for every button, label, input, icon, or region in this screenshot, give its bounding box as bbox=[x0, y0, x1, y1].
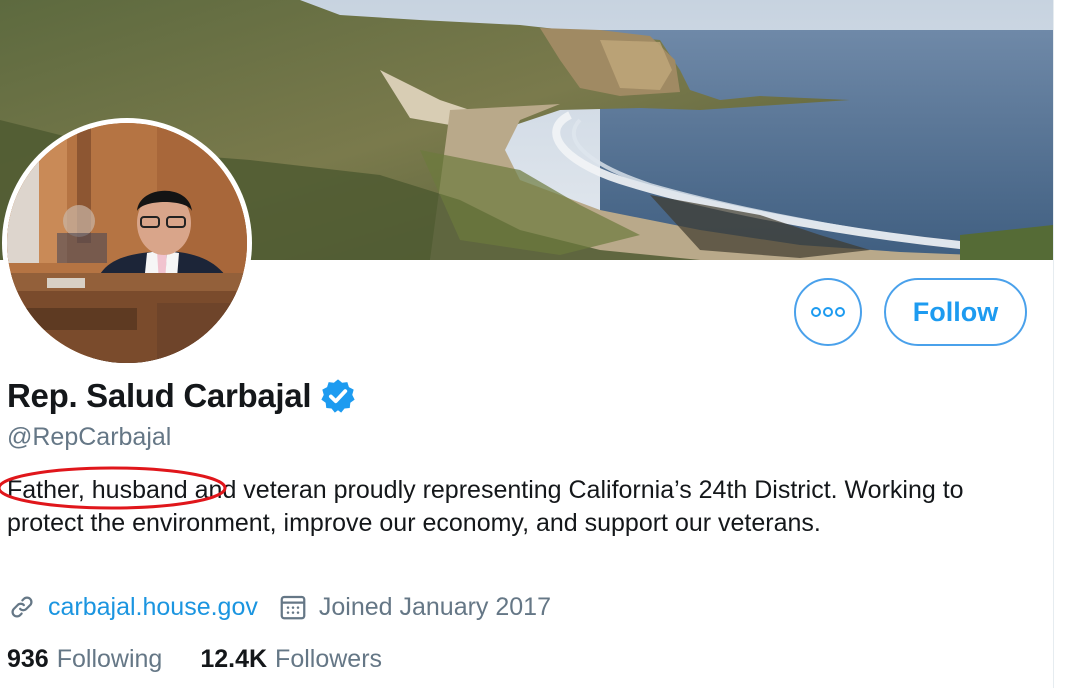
calendar-icon bbox=[280, 595, 306, 620]
link-icon bbox=[11, 596, 33, 618]
following-count: 936 bbox=[7, 645, 49, 673]
more-icon bbox=[811, 307, 845, 317]
profile-name-row: Rep. Salud Carbajal bbox=[7, 377, 357, 415]
bio-circled-text: Father, husband bbox=[7, 476, 188, 504]
more-options-button[interactable] bbox=[794, 278, 862, 346]
following-stat[interactable]: 936 Following bbox=[7, 645, 162, 674]
website-link[interactable]: carbajal.house.gov bbox=[48, 593, 258, 622]
profile-name: Rep. Salud Carbajal bbox=[7, 377, 312, 414]
profile-meta-row: carbajal.house.gov Joined January 2017 bbox=[7, 592, 551, 622]
profile-bio: Father, husband and veteran proudly repr… bbox=[7, 474, 1007, 540]
profile-handle: @RepCarbajal bbox=[7, 423, 172, 451]
profile-stats-row: 936 Following 12.4K Followers bbox=[7, 645, 382, 674]
page-edge bbox=[1053, 0, 1054, 688]
avatar-photo bbox=[7, 123, 247, 363]
followers-count: 12.4K bbox=[200, 645, 268, 673]
followers-stat[interactable]: 12.4K Followers bbox=[200, 645, 382, 674]
verified-badge-icon bbox=[321, 379, 355, 413]
joined-date: Joined January 2017 bbox=[318, 592, 551, 621]
following-label: Following bbox=[56, 645, 163, 673]
profile-avatar[interactable] bbox=[7, 123, 247, 363]
followers-label: Followers bbox=[275, 645, 383, 673]
follow-button[interactable]: Follow bbox=[884, 278, 1027, 346]
